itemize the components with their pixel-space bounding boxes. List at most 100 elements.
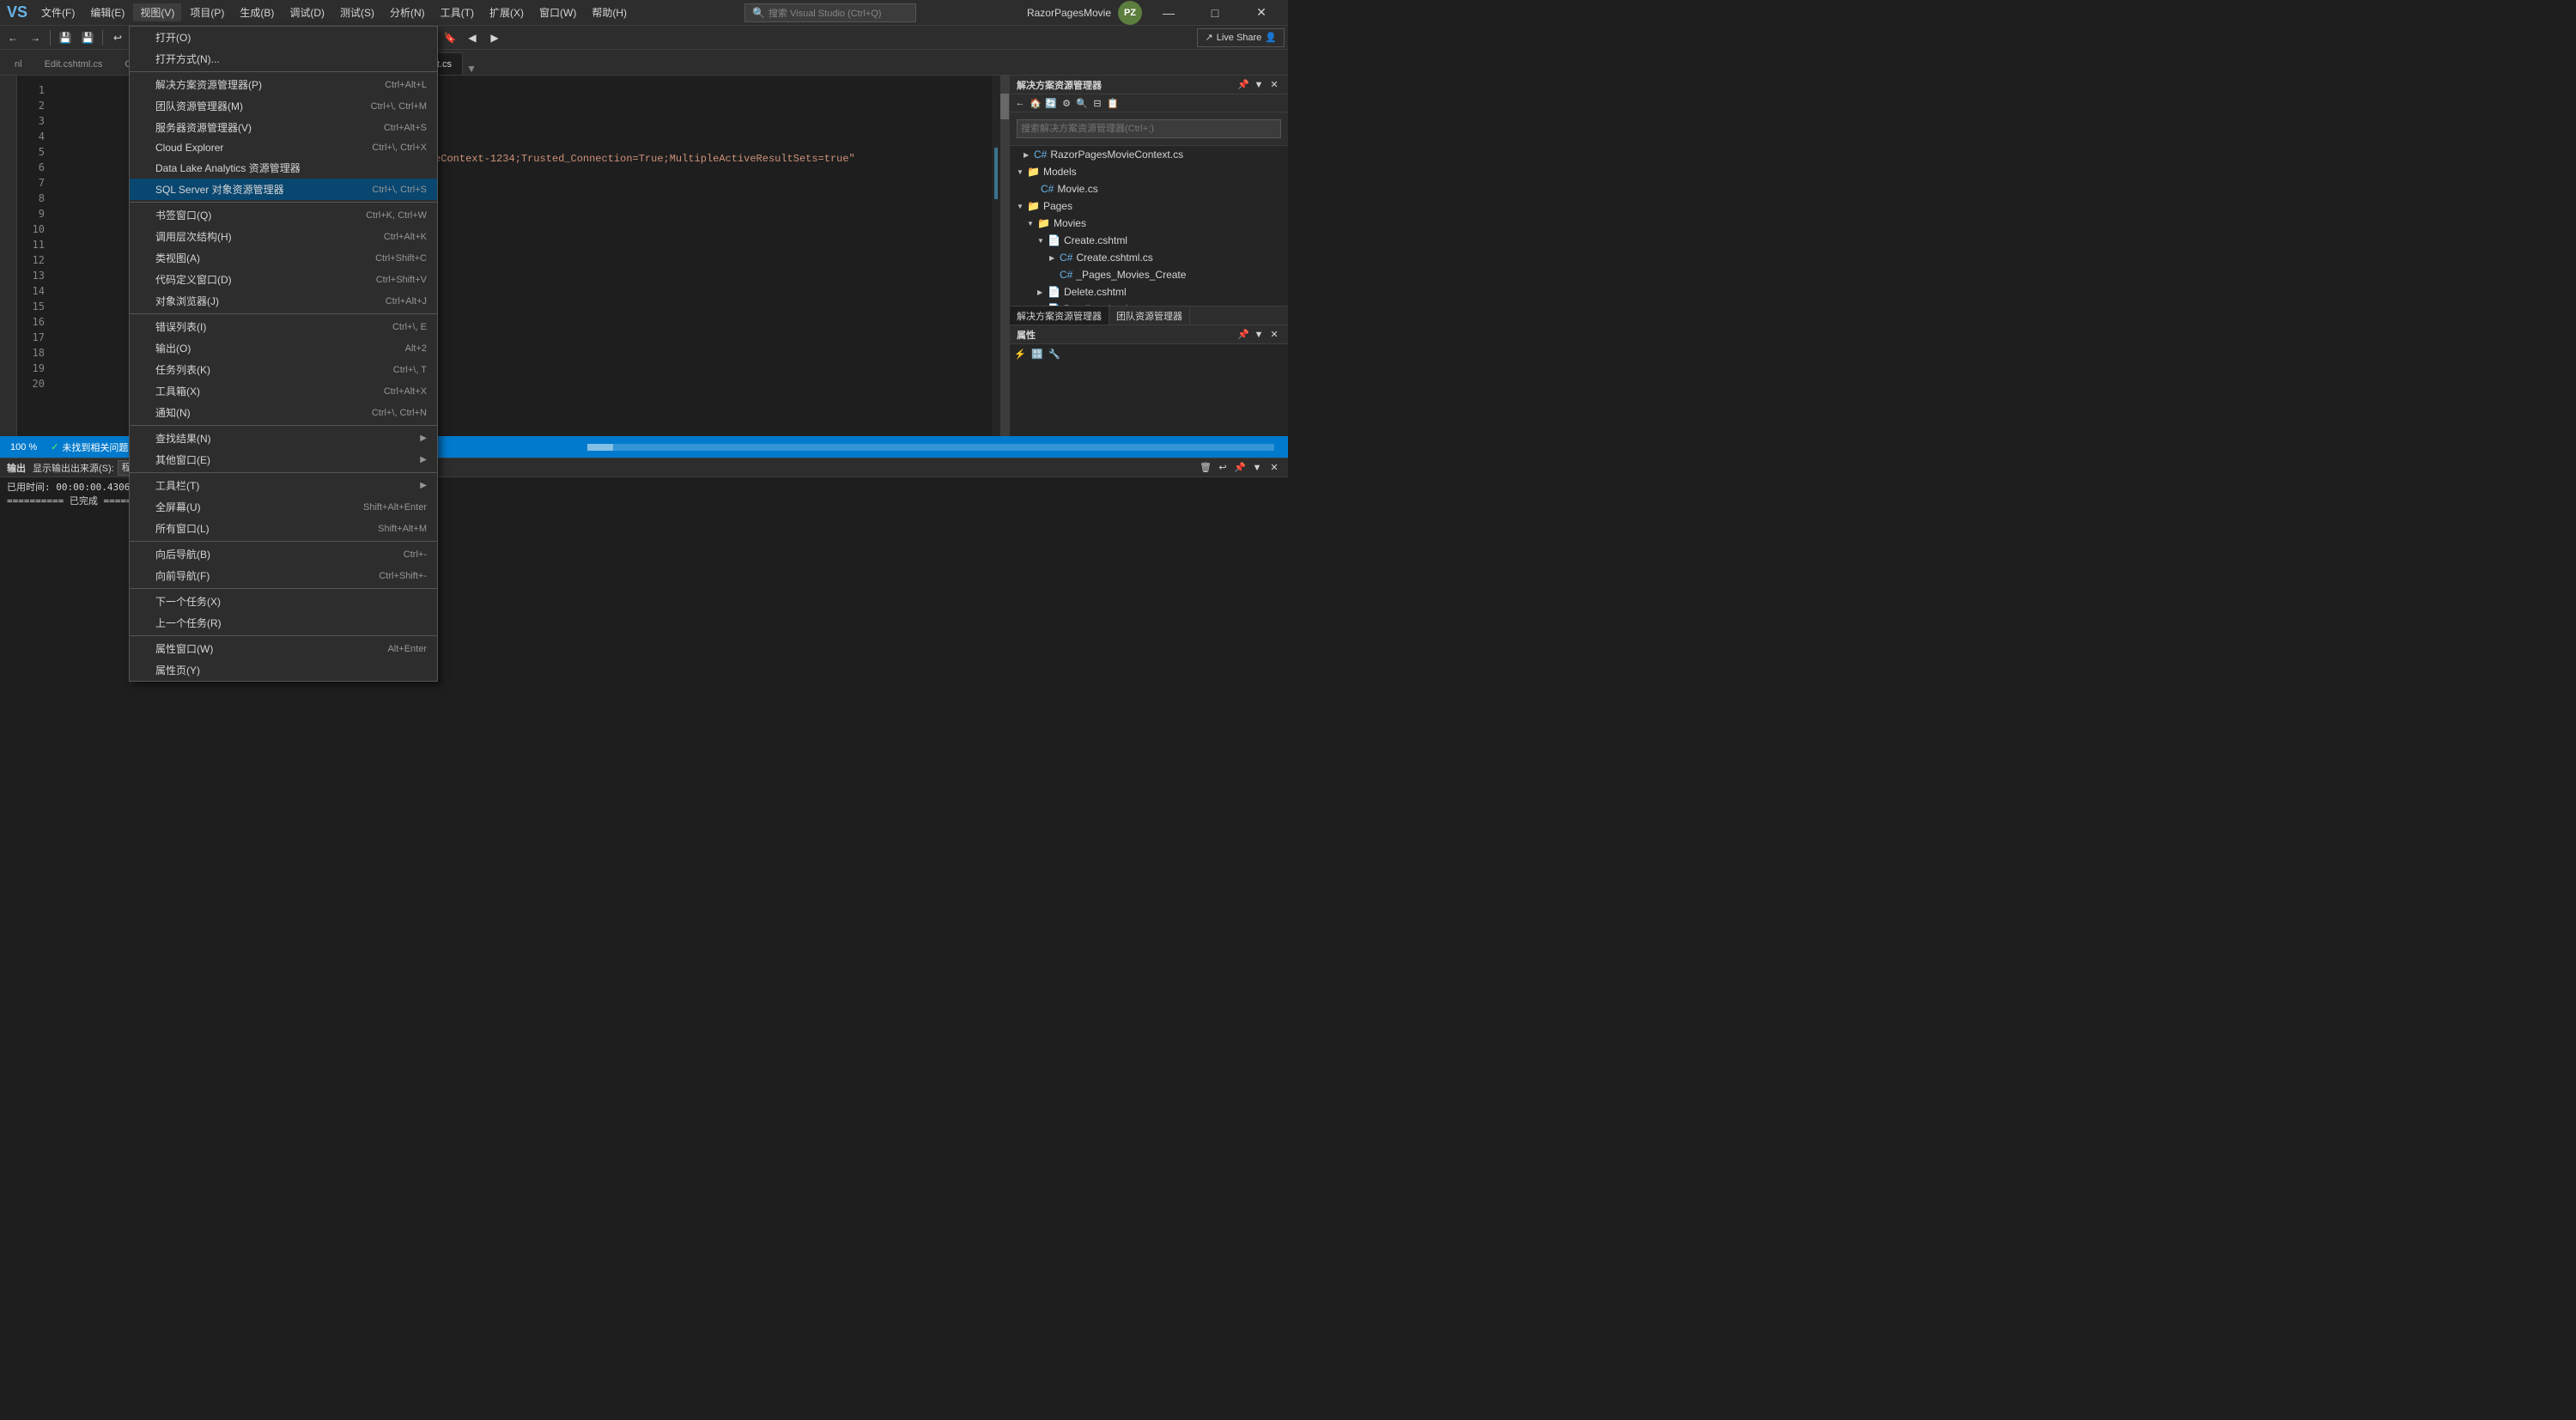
- tree-item-models[interactable]: ▼ 📁 Models: [1010, 163, 1288, 180]
- menu-open-with[interactable]: 打开方式(N)...: [130, 48, 437, 70]
- menu-next-task[interactable]: 下一个任务(X): [130, 591, 437, 612]
- tab-team-explorer[interactable]: 团队资源管理器: [1109, 306, 1190, 325]
- panel-dropdown-btn[interactable]: ▼: [1252, 78, 1266, 92]
- prop-close-btn[interactable]: ✕: [1267, 328, 1281, 342]
- save-all-toolbar-btn[interactable]: 💾: [78, 28, 97, 47]
- menu-test[interactable]: 测试(S): [333, 3, 381, 21]
- prop-pin-btn[interactable]: 📌: [1236, 328, 1250, 342]
- tab-solution-explorer[interactable]: 解决方案资源管理器: [1010, 306, 1109, 325]
- menu-data-lake[interactable]: Data Lake Analytics 资源管理器: [130, 157, 437, 179]
- menu-open[interactable]: 打开(O): [130, 27, 437, 48]
- prop-alpha-btn[interactable]: 🔡: [1030, 347, 1044, 361]
- tree-item-context-cs[interactable]: ▶ C# RazorPagesMovieContext.cs: [1010, 146, 1288, 163]
- menu-output[interactable]: 输出(O) Alt+2: [130, 337, 437, 359]
- sol-properties-btn[interactable]: 📋: [1106, 96, 1120, 110]
- menu-notifications[interactable]: 通知(N) Ctrl+\, Ctrl+N: [130, 402, 437, 423]
- panel-pin-btn[interactable]: 📌: [1236, 78, 1250, 92]
- close-button[interactable]: ✕: [1242, 0, 1281, 26]
- user-avatar[interactable]: PZ: [1118, 1, 1142, 25]
- menu-help[interactable]: 帮助(H): [585, 3, 634, 21]
- folder-icon: 📁: [1037, 217, 1050, 229]
- forward-toolbar-btn[interactable]: →: [26, 28, 45, 47]
- back-toolbar-btn[interactable]: ←: [3, 28, 22, 47]
- menu-call-hierarchy[interactable]: 调用层次结构(H) Ctrl+Alt+K: [130, 226, 437, 247]
- menu-window[interactable]: 窗口(W): [532, 3, 583, 21]
- tab-edit-cshtml[interactable]: Edit.cshtml.cs: [33, 52, 114, 75]
- sol-back-btn[interactable]: ←: [1013, 96, 1027, 110]
- menu-bookmark-window[interactable]: 书签窗口(Q) Ctrl+K, Ctrl+W: [130, 204, 437, 226]
- menu-class-view[interactable]: 类视图(A) Ctrl+Shift+C: [130, 247, 437, 269]
- bookmark-next-btn[interactable]: ▶: [485, 28, 504, 47]
- solution-search-input[interactable]: [1017, 119, 1281, 138]
- toolbar-sep-2: [102, 30, 103, 46]
- prop-categorize-btn[interactable]: ⚡: [1013, 347, 1027, 361]
- menu-file[interactable]: 文件(F): [34, 3, 82, 21]
- tab-nl[interactable]: nl: [3, 52, 33, 75]
- menu-tools[interactable]: 工具(T): [434, 3, 481, 21]
- sol-collapse-btn[interactable]: ⊟: [1091, 96, 1104, 110]
- live-share-button[interactable]: ↗ Live Share 👤: [1197, 28, 1285, 47]
- sol-refresh-btn[interactable]: 🔄: [1044, 96, 1058, 110]
- output-close-btn[interactable]: ✕: [1267, 461, 1281, 475]
- minimize-button[interactable]: —: [1149, 0, 1188, 26]
- menu-team-explorer[interactable]: 团队资源管理器(M) Ctrl+\, Ctrl+M: [130, 95, 437, 117]
- tree-item-create-cshtml-cs[interactable]: ▶ C# Create.cshtml.cs: [1010, 249, 1288, 266]
- tree-item-pages[interactable]: ▼ 📁 Pages: [1010, 197, 1288, 215]
- menu-all-windows[interactable]: 所有窗口(L) Shift+Alt+M: [130, 518, 437, 539]
- menu-project[interactable]: 项目(P): [183, 3, 231, 21]
- menu-toolbars[interactable]: 工具栏(T) ▶: [130, 475, 437, 496]
- menu-label: 其他窗口(E): [155, 452, 420, 467]
- tree-item-pages-movies-create[interactable]: C# _Pages_Movies_Create: [1010, 266, 1288, 283]
- menu-error-list[interactable]: 错误列表(I) Ctrl+\, E: [130, 316, 437, 337]
- menu-fullscreen[interactable]: 全屏幕(U) Shift+Alt+Enter: [130, 496, 437, 518]
- menu-debug[interactable]: 调试(D): [283, 3, 331, 21]
- output-dropdown-btn[interactable]: ▼: [1250, 461, 1264, 475]
- status-scrollbar[interactable]: [587, 444, 1274, 451]
- bookmark-prev-btn[interactable]: ◀: [463, 28, 482, 47]
- minimap: [992, 76, 1000, 436]
- menu-edit[interactable]: 编辑(E): [83, 3, 131, 21]
- menu-prev-task[interactable]: 上一个任务(R): [130, 612, 437, 634]
- undo-btn[interactable]: ↩: [108, 28, 127, 47]
- menu-view[interactable]: 视图(V): [133, 3, 181, 21]
- menu-solution-explorer[interactable]: 解决方案资源管理器(P) Ctrl+Alt+L: [130, 74, 437, 95]
- editor-scroll-thumb[interactable]: [1000, 94, 1009, 119]
- sol-home-btn[interactable]: 🏠: [1029, 96, 1042, 110]
- bookmark-btn[interactable]: 🔖: [440, 28, 459, 47]
- menu-toolbox[interactable]: 工具箱(X) Ctrl+Alt+X: [130, 380, 437, 402]
- status-zoom[interactable]: 100 %: [7, 442, 40, 452]
- maximize-button[interactable]: □: [1195, 0, 1235, 26]
- menu-server-explorer[interactable]: 服务器资源管理器(V) Ctrl+Alt+S: [130, 117, 437, 138]
- sol-settings-btn[interactable]: ⚙: [1060, 96, 1073, 110]
- output-wrap-btn[interactable]: ↩: [1216, 461, 1230, 475]
- menu-cloud-explorer[interactable]: Cloud Explorer Ctrl+\, Ctrl+X: [130, 138, 437, 157]
- menu-code-definition[interactable]: 代码定义窗口(D) Ctrl+Shift+V: [130, 269, 437, 290]
- menu-navigate-back[interactable]: 向后导航(B) Ctrl+-: [130, 543, 437, 565]
- output-clear-btn[interactable]: 🗑: [1199, 461, 1212, 475]
- prop-dropdown-btn[interactable]: ▼: [1252, 328, 1266, 342]
- menu-task-list[interactable]: 任务列表(K) Ctrl+\, T: [130, 359, 437, 380]
- menu-build[interactable]: 生成(B): [233, 3, 281, 21]
- menu-find-results[interactable]: 查找结果(N) ▶: [130, 428, 437, 449]
- menu-analyze[interactable]: 分析(N): [383, 3, 432, 21]
- tree-item-create-cshtml[interactable]: ▼ 📄 Create.cshtml: [1010, 232, 1288, 249]
- menu-properties-window[interactable]: 属性窗口(W) Alt+Enter: [130, 638, 437, 659]
- editor-scrollbar[interactable]: [1000, 76, 1009, 436]
- status-problems[interactable]: ✓ 未找到相关问题: [47, 440, 131, 454]
- panel-close-btn[interactable]: ✕: [1267, 78, 1281, 92]
- menu-other-windows[interactable]: 其他窗口(E) ▶: [130, 449, 437, 470]
- tree-item-movies-folder[interactable]: ▼ 📁 Movies: [1010, 215, 1288, 232]
- sol-filter-btn[interactable]: 🔍: [1075, 96, 1089, 110]
- output-pin-btn[interactable]: 📌: [1233, 461, 1247, 475]
- menu-extensions[interactable]: 扩展(X): [483, 3, 531, 21]
- menu-shortcut: Ctrl+Shift+-: [379, 571, 427, 581]
- menu-object-browser[interactable]: 对象浏览器(J) Ctrl+Alt+J: [130, 290, 437, 312]
- menu-navigate-forward[interactable]: 向前导航(F) Ctrl+Shift+-: [130, 565, 437, 586]
- menu-sql-server[interactable]: SQL Server 对象资源管理器 Ctrl+\, Ctrl+S: [130, 179, 437, 200]
- save-toolbar-btn[interactable]: 💾: [56, 28, 75, 47]
- tab-overflow-btn[interactable]: ▼: [466, 63, 477, 75]
- menu-properties-page[interactable]: 属性页(Y): [130, 659, 437, 681]
- tree-item-delete-cshtml[interactable]: ▶ 📄 Delete.cshtml: [1010, 283, 1288, 300]
- prop-settings2-btn[interactable]: 🔧: [1048, 347, 1061, 361]
- tree-item-movie-cs[interactable]: C# Movie.cs: [1010, 180, 1288, 197]
